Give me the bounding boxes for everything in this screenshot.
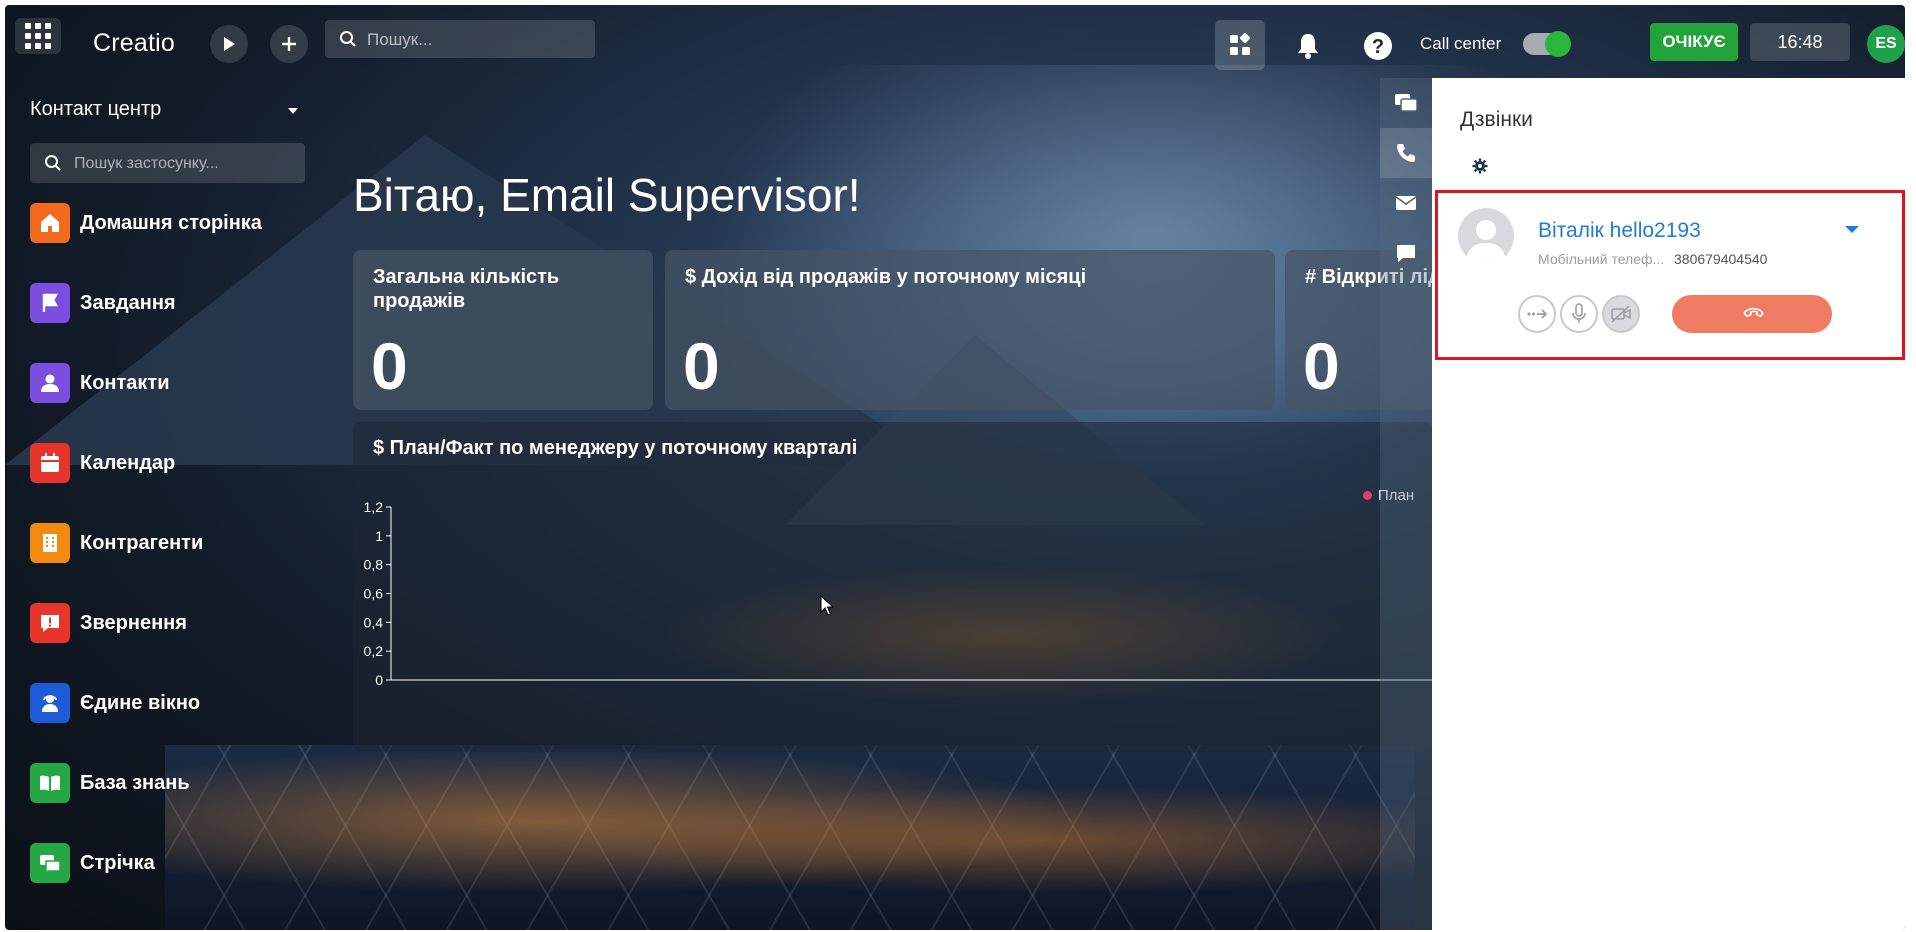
sidebar-item-calendar[interactable]: Календар (30, 443, 262, 483)
sidebar-item-home[interactable]: Домашня сторінка (30, 203, 262, 243)
video-off-icon[interactable] (1602, 295, 1640, 333)
sidebar-item-label: Стрічка (80, 851, 155, 874)
kpi-card-title: $ Дохід від продажів у поточному місяці (685, 266, 1087, 288)
chat-icon[interactable] (1380, 78, 1432, 128)
creatio-logo: Creatio (93, 29, 175, 57)
agent-icon (30, 683, 70, 723)
gear-icon[interactable] (1472, 158, 1488, 179)
sidebar-item-label: Контакти (80, 371, 170, 394)
chart-y-tick-label: 1 (375, 528, 383, 544)
transfer-call-icon[interactable] (1518, 295, 1556, 333)
sidebar-nav: Домашня сторінка Завдання Контакти Кален… (30, 203, 262, 923)
top-bar: Creatio ? Call center (5, 5, 1905, 70)
book-icon (30, 763, 70, 803)
phone-number: 380679404540 (1674, 251, 1768, 267)
kpi-card-value: 0 (1303, 329, 1340, 403)
building-icon (30, 523, 70, 563)
user-avatar[interactable]: ES (1867, 25, 1905, 63)
status-badge[interactable]: ОЧІКУЄ (1650, 23, 1738, 61)
sidebar-item-cases[interactable]: Звернення (30, 603, 262, 643)
mouse-cursor-icon (820, 594, 836, 622)
hang-up-icon (1739, 299, 1765, 330)
sidebar-item-knowledge-base[interactable]: База знань (30, 763, 262, 803)
call-center-label: Call center (1420, 34, 1502, 53)
message-icon[interactable] (1380, 228, 1432, 278)
alert-message-icon (30, 603, 70, 643)
calendar-icon (30, 443, 70, 483)
microphone-icon[interactable] (1560, 295, 1598, 333)
sidebar-item-label: База знань (80, 771, 190, 794)
sidebar-item-label: Календар (80, 451, 176, 474)
person-icon (30, 363, 70, 403)
kpi-card-title: Загальна кількість продажів (373, 266, 560, 312)
sidebar-item-single-window[interactable]: Єдине вікно (30, 683, 262, 723)
play-icon[interactable] (210, 25, 248, 63)
sidebar-item-label: Звернення (80, 611, 187, 634)
phone-icon[interactable] (1380, 128, 1432, 178)
page-title: Вітаю, Email Supervisor! (353, 169, 861, 221)
home-icon (30, 203, 70, 243)
global-search-input[interactable] (365, 20, 589, 60)
kpi-card-value: 0 (371, 329, 408, 403)
chart-y-tick-label: 0,2 (364, 643, 384, 659)
sidebar-item-tasks[interactable]: Завдання (30, 283, 262, 323)
contact-name-link[interactable]: Віталік hello2193 (1538, 219, 1701, 243)
communication-rail (1380, 78, 1432, 930)
app-window: Creatio ? Call center (5, 5, 1905, 930)
sidebar-item-contacts[interactable]: Контакти (30, 363, 262, 403)
phone-type-label: Мобільний телеф... (1538, 251, 1665, 267)
kpi-card-total-sales[interactable]: Загальна кількість продажів 0 (353, 250, 653, 410)
plan-fact-chart: $ План/Факт по менеджеру у поточному ква… (353, 422, 1433, 752)
sidebar-item-label: Контрагенти (80, 531, 204, 554)
search-icon (339, 30, 357, 53)
tiles-icon[interactable] (1215, 20, 1265, 70)
search-icon (44, 154, 62, 177)
add-icon[interactable] (270, 25, 308, 63)
toggle-knob (1545, 31, 1571, 57)
active-call-card: Віталік hello2193 Мобільний телеф... 380… (1435, 190, 1905, 360)
calls-panel: Дзвінки Віталік hello2193 Мобільний теле… (1432, 78, 1905, 930)
sidebar-item-feed[interactable]: Стрічка (30, 843, 262, 883)
flag-icon (30, 283, 70, 323)
sidebar-item-label: Завдання (80, 291, 176, 314)
chat-icon (30, 843, 70, 883)
chevron-down-icon[interactable] (1845, 226, 1859, 233)
app-search-input[interactable] (72, 143, 301, 185)
sidebar-item-label: Єдине вікно (80, 691, 201, 714)
chart-plot: 0 0,2 0,4 0,6 0,8 1 1,2 (364, 499, 1433, 688)
sidebar-item-accounts[interactable]: Контрагенти (30, 523, 262, 563)
app-menu-grid-icon[interactable] (15, 18, 61, 54)
bell-icon[interactable] (1292, 30, 1324, 62)
call-timer: 16:48 (1750, 23, 1850, 61)
hang-up-button[interactable] (1672, 295, 1832, 333)
kpi-card-value: 0 (683, 329, 720, 403)
svg-text:?: ? (1372, 36, 1384, 58)
background-hexagons (165, 745, 1415, 930)
help-icon[interactable]: ? (1362, 30, 1394, 62)
email-icon[interactable] (1380, 178, 1432, 228)
calls-panel-title: Дзвінки (1460, 108, 1533, 131)
contact-avatar (1458, 208, 1514, 264)
sidebar-item-label: Домашня сторінка (80, 211, 262, 234)
chart-y-tick-label: 0,6 (364, 586, 384, 602)
kpi-card-revenue[interactable]: $ Дохід від продажів у поточному місяці … (665, 250, 1275, 410)
workplace-title[interactable]: Контакт центр (30, 98, 161, 121)
chart-y-tick-label: 1,2 (364, 499, 384, 515)
chart-y-tick-label: 0,4 (364, 614, 384, 630)
sidebar: Контакт центр Домашня сторінка Завдання (5, 63, 305, 930)
app-search[interactable] (30, 143, 305, 185)
global-search[interactable] (325, 20, 595, 60)
call-center-toggle[interactable] (1523, 31, 1571, 57)
chart-y-tick-label: 0,8 (364, 557, 384, 573)
chevron-down-icon[interactable] (288, 108, 298, 114)
chart-y-tick-label: 0 (375, 672, 383, 688)
